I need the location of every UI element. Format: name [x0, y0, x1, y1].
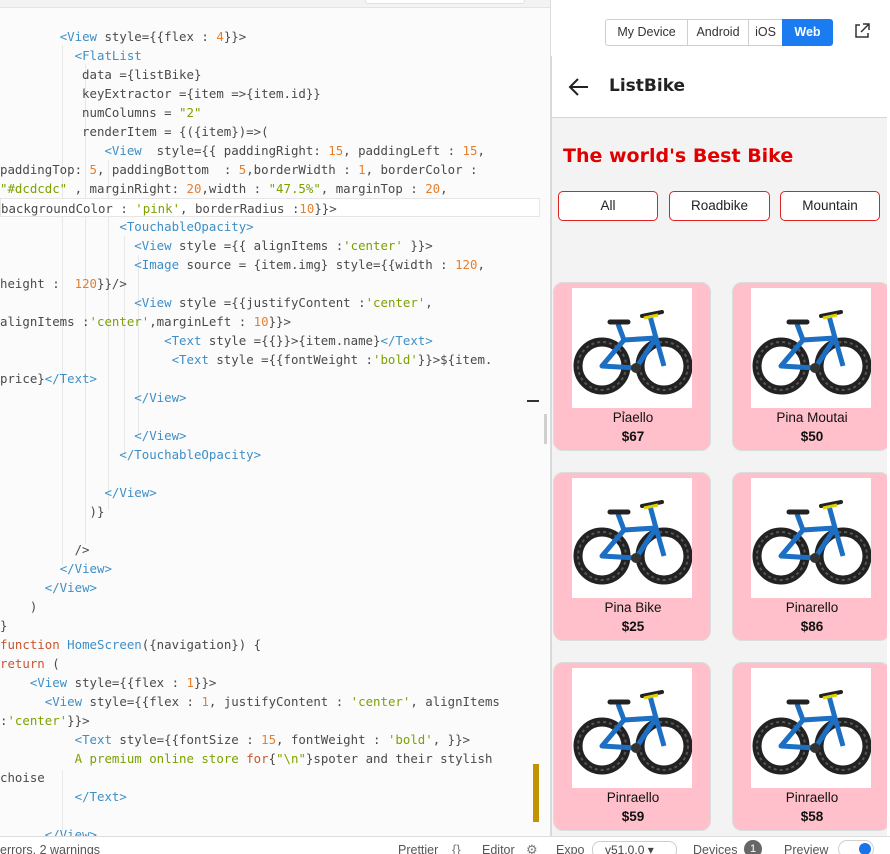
- bike-card[interactable]: Pina Bike $25: [553, 472, 711, 641]
- open-external-icon[interactable]: [853, 22, 871, 40]
- back-arrow-icon[interactable]: [568, 77, 590, 97]
- bike-image: [572, 288, 692, 408]
- fold-collapse-icon[interactable]: [527, 400, 539, 402]
- code-line[interactable]: choise: [0, 768, 540, 787]
- filter-all-button[interactable]: All: [558, 191, 658, 221]
- preview-panel: My Device Android iOS Web ListBike The w…: [551, 0, 890, 836]
- devices-count-badge: 1: [744, 840, 762, 854]
- bike-card[interactable]: Pinraello $58: [732, 662, 887, 831]
- headline: The world's Best Bike: [563, 145, 794, 167]
- code-line[interactable]: <Text style ={{}}>{item.name}</Text>: [0, 331, 540, 350]
- bike-name: Pinarello: [785, 600, 839, 615]
- bike-image: [572, 668, 692, 788]
- bike-price: $58: [800, 809, 824, 824]
- filter-roadbike-button[interactable]: Roadbike: [669, 191, 770, 221]
- code-line[interactable]: </Text>: [0, 787, 540, 806]
- bike-name: Pinraello: [785, 790, 839, 805]
- code-line[interactable]: <View style ={{justifyContent :'center',: [0, 293, 540, 312]
- braces-icon[interactable]: {}: [452, 842, 461, 854]
- code-line[interactable]: <View style ={{ alignItems :'center' }}>: [0, 236, 540, 255]
- code-line[interactable]: paddingTop: 5, paddingBottom : 5,borderW…: [0, 160, 540, 179]
- code-line[interactable]: <View style={{flex : 1}}>: [0, 673, 540, 692]
- bike-card[interactable]: Pỉaello $67: [553, 282, 711, 451]
- code-editor[interactable]: <View style={{flex : 4}}> <FlatList data…: [0, 0, 550, 836]
- code-line[interactable]: <Text style ={{fontWeight :'bold'}}>${it…: [0, 350, 540, 369]
- bike-name: Pinraello: [606, 790, 660, 805]
- code-line[interactable]: <View style={{flex : 1, justifyContent :…: [0, 692, 540, 711]
- code-line[interactable]: price}</Text>: [0, 369, 540, 388]
- code-line[interactable]: <Text style={{fontSize : 15, fontWeight …: [0, 730, 540, 749]
- editor-tab-bar: [0, 0, 550, 8]
- page-title: ListBike: [609, 76, 686, 96]
- prettier-label[interactable]: Prettier: [398, 843, 438, 854]
- code-line[interactable]: data ={listBike}: [0, 65, 540, 84]
- code-line[interactable]: </View>: [0, 388, 540, 407]
- code-line[interactable]: alignItems :'center',marginLeft : 10}}>: [0, 312, 540, 331]
- bike-price: $67: [621, 429, 645, 444]
- bike-image: [751, 288, 871, 408]
- code-line[interactable]: }: [0, 616, 540, 635]
- editor-scrollbar[interactable]: [544, 414, 547, 444]
- code-line[interactable]: <TouchableOpacity>: [0, 217, 540, 236]
- bike-image: [751, 668, 871, 788]
- bike-image: [751, 478, 871, 598]
- editor-search-box[interactable]: [365, 0, 525, 4]
- code-line[interactable]: </View>: [0, 559, 540, 578]
- gear-icon[interactable]: ⚙: [526, 842, 538, 854]
- bike-price: $50: [800, 429, 824, 444]
- devices-label[interactable]: Devices: [693, 843, 737, 854]
- code-line[interactable]: numColumns = "2": [0, 103, 540, 122]
- bike-price: $86: [800, 619, 824, 634]
- code-line[interactable]: <FlatList: [0, 46, 540, 65]
- sdk-version-select[interactable]: v51.0.0 ▾: [592, 841, 677, 854]
- code-line[interactable]: </View>: [0, 426, 540, 445]
- preview-toggle[interactable]: [838, 840, 874, 854]
- bike-card[interactable]: Pinarello $86: [732, 472, 887, 641]
- bike-image: [572, 478, 692, 598]
- code-line[interactable]: A premium online store for{"\n"}spoter a…: [0, 749, 540, 768]
- code-line[interactable]: :'center'}}>: [0, 711, 540, 730]
- bike-price: $59: [621, 809, 645, 824]
- code-line[interactable]: )}: [0, 502, 540, 521]
- expo-label: Expo: [556, 843, 585, 854]
- code-line[interactable]: function HomeScreen({navigation}) {: [0, 635, 540, 654]
- tab-android[interactable]: Android: [687, 19, 749, 46]
- code-line[interactable]: ): [0, 597, 540, 616]
- bike-name: Pỉaello: [612, 410, 654, 425]
- filter-mountain-button[interactable]: Mountain: [780, 191, 880, 221]
- bike-name: Pina Moutai: [776, 410, 848, 425]
- code-line[interactable]: <Image source = {item.img} style={{width…: [0, 255, 540, 274]
- bike-card[interactable]: Pina Moutai $50: [732, 282, 887, 451]
- editor-label[interactable]: Editor: [482, 843, 515, 854]
- status-bar: errors, 2 warnings Prettier {} Editor ⚙ …: [0, 836, 890, 854]
- code-line[interactable]: return (: [0, 654, 540, 673]
- tab-my-device[interactable]: My Device: [605, 19, 688, 46]
- app-screen: ListBike The world's Best Bike All Roadb…: [551, 56, 887, 836]
- preview-label: Preview: [784, 843, 829, 854]
- code-line[interactable]: <View style={{ paddingRight: 15, padding…: [0, 141, 540, 160]
- code-line[interactable]: </View>: [0, 483, 540, 502]
- change-marker: [533, 764, 539, 822]
- code-line[interactable]: />: [0, 540, 540, 559]
- tab-web[interactable]: Web: [782, 19, 833, 46]
- app-header: ListBike: [552, 56, 887, 118]
- code-line[interactable]: height : 120}}/>: [0, 274, 540, 293]
- bike-card[interactable]: Pinraello $59: [553, 662, 711, 831]
- bike-price: $25: [621, 619, 645, 634]
- code-line[interactable]: backgroundColor : 'pink', borderRadius :…: [0, 198, 540, 217]
- code-line[interactable]: keyExtractor ={item =>{item.id}}: [0, 84, 540, 103]
- bike-name: Pina Bike: [604, 600, 662, 615]
- code-line[interactable]: </TouchableOpacity>: [0, 445, 540, 464]
- code-line[interactable]: renderItem = {({item})=>(: [0, 122, 540, 141]
- problems-status[interactable]: errors, 2 warnings: [0, 843, 100, 854]
- code-line[interactable]: </View>: [0, 825, 540, 836]
- code-line[interactable]: <View style={{flex : 4}}>: [0, 27, 540, 46]
- code-line[interactable]: "#dcdcdc" , marginRight: 20,width : "47.…: [0, 179, 540, 198]
- code-line[interactable]: </View>: [0, 578, 540, 597]
- tab-ios[interactable]: iOS: [748, 19, 783, 46]
